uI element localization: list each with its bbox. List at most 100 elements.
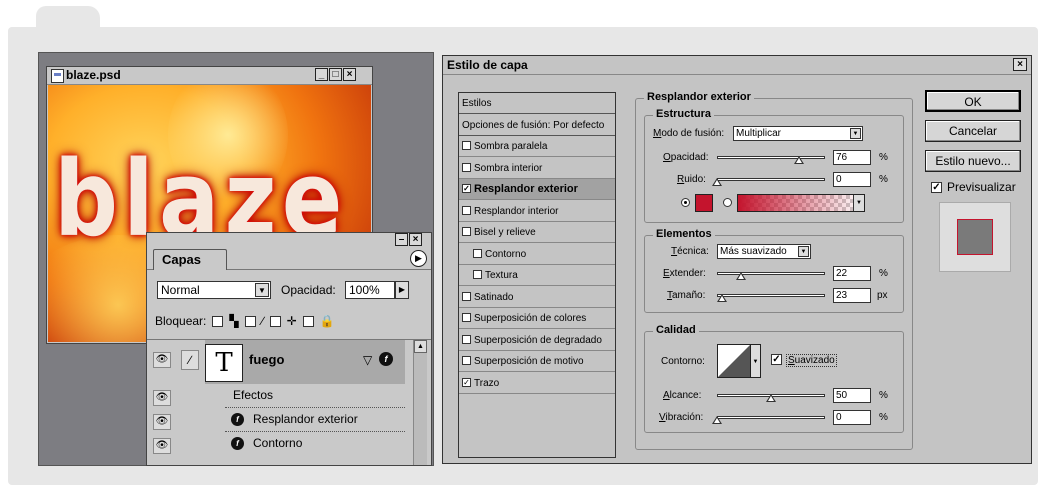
- preview-checkbox[interactable]: ✓: [931, 182, 942, 193]
- chevron-down-icon[interactable]: ▼: [798, 246, 809, 257]
- styles-list-item[interactable]: Satinado: [459, 287, 615, 308]
- scroll-up-icon[interactable]: ▲: [414, 340, 427, 353]
- styles-list-item[interactable]: Resplandor interior: [459, 201, 615, 222]
- lock-all-checkbox[interactable]: [302, 315, 314, 327]
- style-checkbox[interactable]: [462, 205, 471, 215]
- text-layer-thumbnail: T: [205, 344, 243, 382]
- style-checkbox[interactable]: ✓: [462, 377, 471, 387]
- styles-list-item[interactable]: Textura: [459, 265, 615, 286]
- new-style-button[interactable]: Estilo nuevo...: [925, 150, 1021, 172]
- palette-titlebar[interactable]: – ×: [147, 233, 431, 246]
- slider-track: [717, 416, 825, 419]
- style-checkbox[interactable]: [462, 227, 471, 236]
- slider-thumb[interactable]: [712, 416, 722, 424]
- chevron-right-icon[interactable]: ▶: [395, 281, 409, 299]
- style-checkbox[interactable]: [473, 248, 482, 258]
- lock-position-checkbox[interactable]: [269, 315, 281, 327]
- style-label: Superposición de motivo: [474, 356, 584, 367]
- styles-list-item[interactable]: Opciones de fusión: Por defecto: [459, 115, 615, 136]
- ok-button[interactable]: OK: [925, 90, 1021, 112]
- tab-capas[interactable]: Capas: [153, 249, 227, 270]
- style-checkbox[interactable]: [462, 334, 471, 344]
- glow-gradient-picker[interactable]: ▼: [737, 194, 865, 212]
- eye-icon[interactable]: 👁: [153, 438, 171, 454]
- eye-icon[interactable]: 👁: [153, 414, 171, 430]
- antialias-checkbox[interactable]: ✓: [771, 354, 782, 365]
- range-input[interactable]: 50: [833, 388, 871, 403]
- style-checkbox[interactable]: [462, 291, 471, 301]
- effects-header-row[interactable]: Efectos: [205, 384, 405, 408]
- styles-list-item[interactable]: Contorno: [459, 244, 615, 265]
- noise-input[interactable]: 0: [833, 172, 871, 187]
- close-icon[interactable]: ×: [343, 68, 356, 81]
- style-label: Contorno: [485, 248, 527, 260]
- spread-slider[interactable]: [717, 270, 825, 280]
- lock-pixels-checkbox[interactable]: [244, 315, 256, 327]
- styles-list-item[interactable]: Sombra interior: [459, 158, 615, 179]
- slider-thumb[interactable]: [712, 178, 722, 186]
- layer-row-selected[interactable]: T fuego ▽ f: [205, 340, 405, 384]
- layers-palette: – × Capas ▶ Normal ▼ Opacidad: 100% ▶ Bl…: [146, 232, 432, 466]
- slider-thumb[interactable]: [766, 394, 776, 402]
- scrollbar[interactable]: ▲: [413, 340, 427, 465]
- eye-icon[interactable]: 👁: [153, 352, 171, 368]
- style-checkbox[interactable]: [462, 141, 471, 150]
- close-icon[interactable]: ×: [409, 233, 422, 246]
- styles-list-item[interactable]: Superposición de motivo: [459, 351, 615, 372]
- lock-transparency-checkbox[interactable]: [212, 315, 224, 327]
- styles-list-item[interactable]: ✓ Resplandor exterior: [459, 179, 615, 200]
- jitter-slider[interactable]: [712, 414, 825, 424]
- slider-thumb[interactable]: [717, 294, 728, 302]
- document-titlebar[interactable]: blaze.psd _ □ ×: [47, 67, 372, 85]
- effect-row[interactable]: f Contorno: [205, 432, 405, 456]
- chevron-down-icon[interactable]: ▼: [850, 128, 861, 139]
- opacity-input[interactable]: 76: [833, 150, 871, 165]
- palette-menu-icon[interactable]: ▶: [410, 250, 427, 267]
- cancel-button[interactable]: Cancelar: [925, 120, 1021, 142]
- slider-thumb[interactable]: [794, 156, 805, 164]
- gradient-radio[interactable]: [723, 198, 732, 207]
- size-input[interactable]: 23: [833, 288, 871, 303]
- layer-style-dialog: Estilo de capa × Estilos Opciones de fusi…: [442, 55, 1032, 464]
- percent-unit: %: [879, 268, 888, 279]
- size-slider[interactable]: [717, 292, 825, 302]
- close-icon[interactable]: ×: [1013, 58, 1027, 71]
- style-checkbox[interactable]: [462, 162, 471, 172]
- chevron-down-icon[interactable]: ▼: [751, 344, 761, 378]
- style-checkbox[interactable]: [462, 313, 471, 322]
- styles-list-item[interactable]: Superposición de degradado: [459, 330, 615, 351]
- styles-list-item[interactable]: Bisel y relieve: [459, 222, 615, 243]
- technique-select[interactable]: Más suavizado ▼: [717, 244, 811, 259]
- solid-color-radio[interactable]: [681, 198, 690, 207]
- styles-list-item[interactable]: Superposición de colores: [459, 308, 615, 329]
- chevron-down-icon[interactable]: ▼: [853, 195, 864, 211]
- styles-list-item[interactable]: Estilos: [459, 93, 615, 114]
- style-label: Resplandor interior: [474, 205, 559, 217]
- styles-list-item[interactable]: Sombra paralela: [459, 136, 615, 157]
- expand-effects-icon[interactable]: ▽: [363, 353, 372, 367]
- blend-mode-select[interactable]: Multiplicar ▼: [733, 126, 863, 141]
- contour-preview[interactable]: [717, 344, 751, 378]
- lock-icon: 🔒: [319, 314, 335, 328]
- blend-mode-select[interactable]: Normal ▼: [157, 281, 271, 299]
- minimize-icon[interactable]: _: [315, 68, 328, 81]
- eye-icon[interactable]: 👁: [153, 390, 171, 406]
- brush-icon[interactable]: ∕: [181, 350, 199, 370]
- glow-color-swatch[interactable]: [695, 194, 713, 212]
- opacity-slider[interactable]: [717, 154, 825, 164]
- opacity-input[interactable]: 100%: [345, 281, 395, 299]
- noise-slider[interactable]: [712, 176, 825, 186]
- spread-input[interactable]: 22: [833, 266, 871, 281]
- styles-list-item[interactable]: ✓ Trazo: [459, 373, 615, 394]
- chevron-down-icon[interactable]: ▼: [255, 283, 269, 297]
- style-checkbox[interactable]: ✓: [462, 184, 471, 193]
- range-slider[interactable]: [717, 392, 825, 402]
- style-checkbox[interactable]: [462, 356, 471, 365]
- style-checkbox[interactable]: [473, 270, 482, 279]
- minimize-icon[interactable]: –: [395, 233, 408, 246]
- jitter-input[interactable]: 0: [833, 410, 871, 425]
- dialog-titlebar[interactable]: Estilo de capa ×: [443, 56, 1031, 75]
- effect-row[interactable]: f Resplandor exterior: [205, 408, 405, 432]
- slider-thumb[interactable]: [735, 272, 746, 280]
- maximize-icon[interactable]: □: [329, 68, 342, 81]
